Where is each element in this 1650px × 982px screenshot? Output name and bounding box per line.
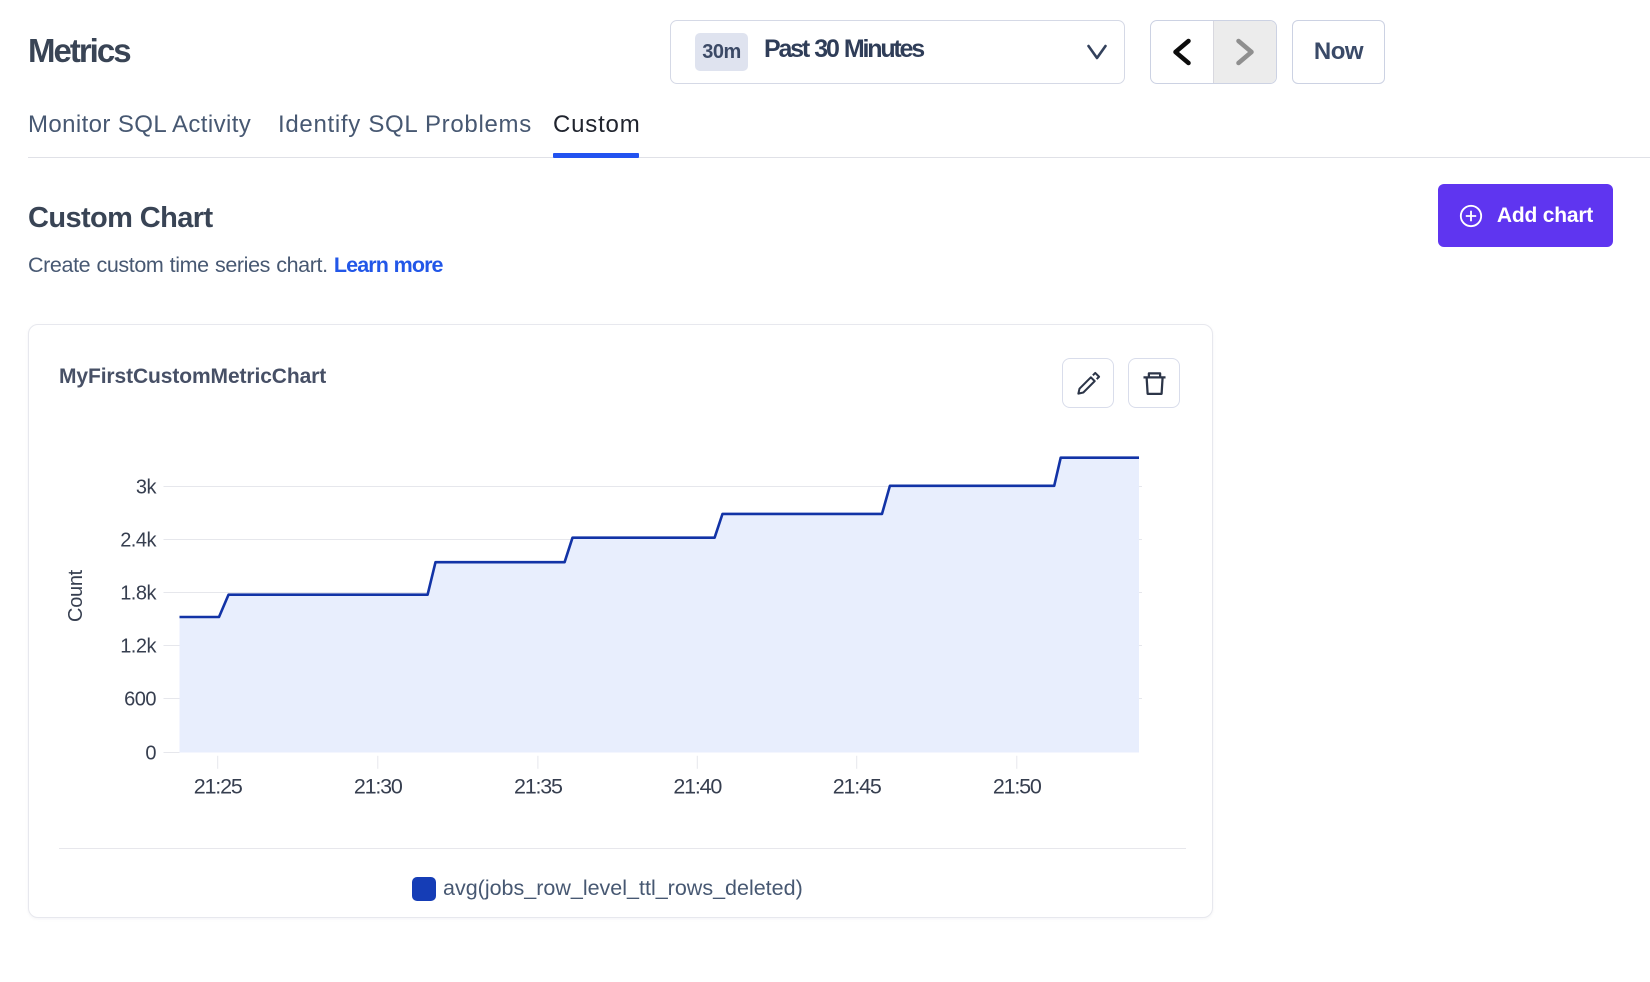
svg-text:21:35: 21:35 [514,775,563,799]
svg-text:1.8k: 1.8k [120,583,157,605]
svg-text:1.2k: 1.2k [120,636,157,658]
svg-text:21:40: 21:40 [673,775,722,799]
svg-text:21:50: 21:50 [993,775,1042,799]
svg-text:21:45: 21:45 [833,775,882,799]
svg-text:600: 600 [124,689,156,711]
svg-text:21:30: 21:30 [354,775,403,799]
svg-text:3k: 3k [136,477,158,499]
svg-text:0: 0 [145,743,156,765]
svg-text:21:25: 21:25 [194,775,243,799]
svg-text:2.4k: 2.4k [120,530,157,552]
svg-text:Count: Count [65,569,87,622]
